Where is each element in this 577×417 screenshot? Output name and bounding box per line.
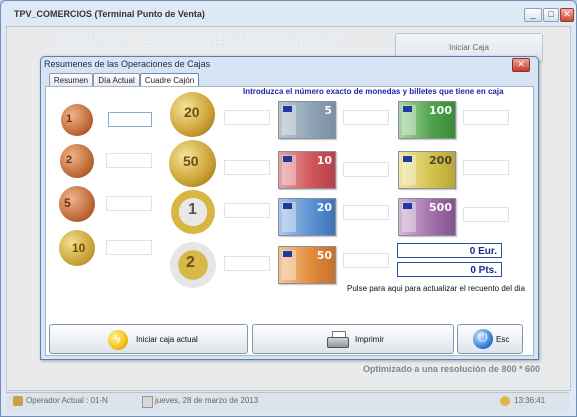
dialog-title: Resumenes de las Operaciones de Cajas	[44, 59, 211, 69]
input-100-euro[interactable]	[463, 110, 509, 125]
operator-icon	[13, 396, 23, 406]
esc-label: Esc	[496, 335, 510, 344]
total-pts: 0 Pts.	[397, 262, 502, 277]
status-date: jueves, 28 de marzo de 2013	[155, 396, 259, 405]
banner-text: SOLINFOR - SOLUCIONES INFORMATICAS	[59, 33, 341, 48]
instruction-text: Introduzca el número exacto de monedas y…	[243, 87, 504, 96]
calendar-icon	[142, 396, 153, 408]
note-20-label: 20	[316, 201, 332, 214]
window-title: TPV_COMERCIOS (Terminal Punto de Venta)	[14, 9, 205, 19]
coin-2-cent-label: 2	[66, 154, 73, 166]
close-button[interactable]: ✕	[560, 8, 574, 22]
input-200-euro[interactable]	[463, 160, 509, 175]
status-operator: Operador Actual : 01-N	[26, 396, 108, 405]
coin-1-cent-label: 1	[66, 113, 73, 125]
dialog-close-button[interactable]: ✕	[512, 58, 530, 72]
coin-2-euro-label: 2	[186, 254, 195, 271]
note-50-euro-icon: 50	[278, 246, 336, 284]
lightning-icon: ϟ	[108, 330, 128, 350]
iniciar-caja-label: Iniciar caja actual	[136, 335, 198, 344]
note-100-euro-icon: 100	[398, 101, 456, 139]
clock-icon	[500, 396, 510, 406]
input-2-euro[interactable]	[224, 256, 270, 271]
coin-50-cent-label: 50	[183, 153, 199, 169]
note-200-euro-icon: 200	[398, 151, 456, 189]
printer-icon	[327, 331, 349, 349]
total-eur: 0 Eur.	[397, 243, 502, 258]
input-500-euro[interactable]	[463, 207, 509, 222]
input-20-euro[interactable]	[343, 205, 389, 220]
note-5-label: 5	[324, 104, 332, 117]
input-5-cent[interactable]	[106, 196, 152, 211]
banner: SOLINFOR - SOLUCIONES INFORMATICAS	[19, 31, 381, 53]
input-50-euro[interactable]	[343, 253, 389, 268]
input-5-euro[interactable]	[343, 110, 389, 125]
maximize-button[interactable]: □	[543, 8, 559, 22]
input-50-cent[interactable]	[224, 160, 270, 175]
note-10-euro-icon: 10	[278, 151, 336, 189]
imprimir-button[interactable]: Imprimir	[252, 324, 454, 354]
coin-1-euro-label: 1	[188, 201, 197, 218]
resolution-note: Optimizado a una resolución de 800 * 600	[362, 364, 540, 374]
input-2-cent[interactable]	[106, 153, 152, 168]
tab-dia-actual[interactable]: Día Actual	[93, 73, 140, 87]
note-100-label: 100	[429, 104, 452, 117]
minimize-button[interactable]: _	[524, 8, 542, 22]
coin-20-cent-label: 20	[184, 104, 200, 120]
input-10-euro[interactable]	[343, 162, 389, 177]
refresh-link[interactable]: Pulse para aqui para actualizar el recue…	[347, 284, 525, 293]
note-20-euro-icon: 20	[278, 198, 336, 236]
coin-10-cent-label: 10	[72, 241, 86, 255]
esc-button[interactable]: ⏻ Esc	[457, 324, 523, 354]
note-200-label: 200	[429, 154, 452, 167]
imprimir-label: Imprimir	[355, 335, 384, 344]
note-5-euro-icon: 5	[278, 101, 336, 139]
input-20-cent[interactable]	[224, 110, 270, 125]
status-time: 13:36:41	[514, 396, 546, 405]
note-50-label: 50	[316, 249, 332, 262]
input-1-cent[interactable]	[108, 112, 152, 127]
tab-resumen[interactable]: Resumen	[49, 73, 93, 87]
iniciar-caja-button[interactable]: ϟ Iniciar caja actual	[49, 324, 248, 354]
power-icon: ⏻	[473, 329, 493, 349]
input-10-cent[interactable]	[106, 240, 152, 255]
note-500-euro-icon: 500	[398, 198, 456, 236]
input-1-euro[interactable]	[224, 203, 270, 218]
note-500-label: 500	[429, 201, 452, 214]
coin-5-cent-label: 5	[64, 196, 71, 210]
note-10-label: 10	[316, 154, 332, 167]
